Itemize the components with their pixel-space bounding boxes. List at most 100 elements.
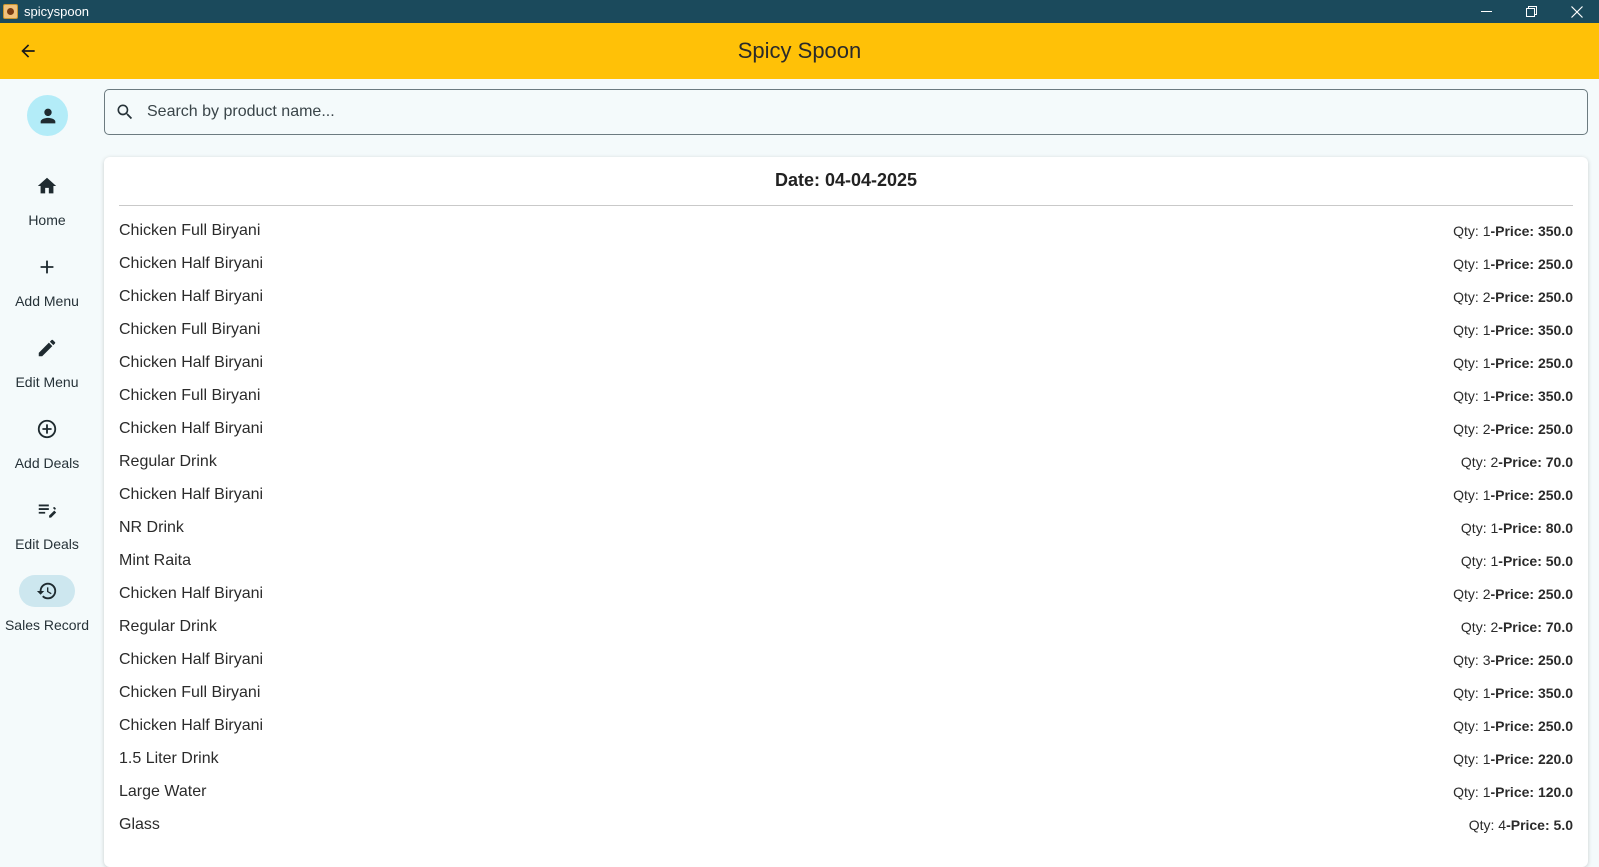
product-name: Large Water: [119, 782, 207, 800]
plus-icon: [19, 251, 75, 283]
price-value: 350.0: [1537, 387, 1573, 404]
price-value: 250.0: [1537, 486, 1573, 503]
qty-prefix: Qty:: [1453, 486, 1483, 503]
nav-label: Add Menu: [15, 293, 79, 309]
list-item[interactable]: Glass Qty: 4-Price: 5.0: [119, 808, 1573, 841]
price-prefix: -Price:: [1490, 585, 1538, 602]
qty-prefix: Qty:: [1453, 585, 1483, 602]
list-item[interactable]: Chicken Half Biryani Qty: 1-Price: 250.0: [119, 478, 1573, 511]
list-item[interactable]: Chicken Full Biryani Qty: 1-Price: 350.0: [119, 676, 1573, 709]
nav-item-sales-record[interactable]: Sales Record: [0, 575, 94, 645]
product-name: Glass: [119, 815, 160, 833]
product-name: Chicken Half Biryani: [119, 353, 264, 371]
qty-prefix: Qty:: [1453, 255, 1483, 272]
list-item[interactable]: Large Water Qty: 1-Price: 120.0: [119, 775, 1573, 808]
product-name: Chicken Half Biryani: [119, 584, 264, 602]
list-item[interactable]: Chicken Half Biryani Qty: 1-Price: 250.0: [119, 709, 1573, 742]
list-item[interactable]: Chicken Full Biryani Qty: 1-Price: 350.0: [119, 214, 1573, 247]
product-name: Mint Raita: [119, 551, 192, 569]
list-item[interactable]: Regular Drink Qty: 2-Price: 70.0: [119, 610, 1573, 643]
close-icon[interactable]: [1554, 0, 1599, 23]
nav-label: Sales Record: [4, 617, 90, 633]
list-item[interactable]: NR Drink Qty: 1-Price: 80.0: [119, 511, 1573, 544]
window-controls: [1464, 0, 1599, 23]
product-name: Chicken Full Biryani: [119, 683, 261, 701]
list-item[interactable]: Chicken Half Biryani Qty: 3-Price: 250.0: [119, 643, 1573, 676]
list-item[interactable]: Chicken Half Biryani Qty: 1-Price: 250.0: [119, 346, 1573, 379]
price-prefix: -Price:: [1490, 486, 1538, 503]
qty-prefix: Qty:: [1453, 321, 1483, 338]
list-item[interactable]: Chicken Half Biryani Qty: 1-Price: 250.0: [119, 247, 1573, 280]
minimize-icon[interactable]: [1464, 0, 1509, 23]
price-prefix: -Price:: [1498, 519, 1546, 536]
sales-record-card: Date: 04-04-2025 Chicken Full Biryani Qty…: [104, 157, 1588, 867]
qty-prefix: Qty:: [1453, 420, 1483, 437]
nav-item-add-menu[interactable]: Add Menu: [0, 251, 94, 321]
qty-prefix: Qty:: [1453, 783, 1483, 800]
price-value: 220.0: [1537, 750, 1573, 767]
qty-price: Qty: 1-Price: 250.0: [1453, 718, 1573, 734]
sales-list: Chicken Full Biryani Qty: 1-Price: 350.0 C…: [119, 214, 1573, 841]
search-input[interactable]: [145, 102, 1549, 122]
price-prefix: -Price:: [1498, 453, 1546, 470]
product-name: Chicken Full Biryani: [119, 320, 261, 338]
app-bar: Spicy Spoon: [0, 23, 1599, 79]
price-value: 250.0: [1537, 288, 1573, 305]
list-item[interactable]: Regular Drink Qty: 2-Price: 70.0: [119, 445, 1573, 478]
qty-price: Qty: 2-Price: 250.0: [1453, 586, 1573, 602]
product-name: Regular Drink: [119, 452, 217, 470]
list-item[interactable]: Chicken Half Biryani Qty: 2-Price: 250.0: [119, 577, 1573, 610]
price-prefix: -Price:: [1490, 420, 1538, 437]
price-value: 50.0: [1545, 552, 1573, 569]
pencil-icon: [19, 332, 75, 364]
product-name: Chicken Half Biryani: [119, 419, 264, 437]
list-item[interactable]: 1.5 Liter Drink Qty: 1-Price: 220.0: [119, 742, 1573, 775]
qty-prefix: Qty:: [1460, 618, 1491, 635]
price-prefix: -Price:: [1490, 750, 1538, 767]
product-name: Chicken Half Biryani: [119, 650, 264, 668]
edit-note-icon: [19, 494, 75, 526]
app-icon: [3, 4, 18, 19]
product-name: Chicken Half Biryani: [119, 716, 264, 734]
price-value: 80.0: [1545, 519, 1573, 536]
qty-prefix: Qty:: [1453, 288, 1483, 305]
qty-price: Qty: 3-Price: 250.0: [1453, 652, 1573, 668]
price-value: 250.0: [1537, 651, 1573, 668]
product-name: Chicken Full Biryani: [119, 221, 261, 239]
price-prefix: -Price:: [1490, 717, 1538, 734]
add-circle-icon: [19, 413, 75, 445]
sales-date: Date: 04-04-2025: [774, 170, 918, 190]
list-item[interactable]: Mint Raita Qty: 1-Price: 50.0: [119, 544, 1573, 577]
price-value: 250.0: [1537, 420, 1573, 437]
list-item[interactable]: Chicken Full Biryani Qty: 1-Price: 350.0: [119, 379, 1573, 412]
qty-price: Qty: 4-Price: 5.0: [1469, 817, 1573, 833]
restore-icon[interactable]: [1509, 0, 1554, 23]
qty-prefix: Qty:: [1460, 552, 1491, 569]
qty-price: Qty: 2-Price: 70.0: [1461, 454, 1573, 470]
list-item[interactable]: Chicken Full Biryani Qty: 1-Price: 350.0: [119, 313, 1573, 346]
price-value: 70.0: [1545, 618, 1573, 635]
product-name: 1.5 Liter Drink: [119, 749, 219, 767]
price-value: 250.0: [1537, 585, 1573, 602]
arrow-back-icon[interactable]: [16, 39, 40, 63]
qty-price: Qty: 2-Price: 70.0: [1461, 619, 1573, 635]
home-icon: [19, 170, 75, 202]
price-value: 120.0: [1537, 783, 1573, 800]
product-name: Chicken Half Biryani: [119, 485, 264, 503]
nav-item-add-deals[interactable]: Add Deals: [0, 413, 94, 483]
nav-item-home[interactable]: Home: [0, 170, 94, 240]
qty-prefix: Qty:: [1453, 717, 1483, 734]
price-prefix: -Price:: [1490, 684, 1538, 701]
price-prefix: -Price:: [1490, 783, 1538, 800]
price-value: 250.0: [1537, 354, 1573, 371]
avatar[interactable]: [27, 95, 68, 136]
nav-item-edit-deals[interactable]: Edit Deals: [0, 494, 94, 564]
nav-item-edit-menu[interactable]: Edit Menu: [0, 332, 94, 402]
nav-label: Edit Menu: [15, 374, 79, 390]
qty-price: Qty: 1-Price: 350.0: [1453, 388, 1573, 404]
list-item[interactable]: Chicken Half Biryani Qty: 2-Price: 250.0: [119, 412, 1573, 445]
product-name: Chicken Full Biryani: [119, 386, 261, 404]
qty-prefix: Qty:: [1460, 453, 1491, 470]
list-item[interactable]: Chicken Half Biryani Qty: 2-Price: 250.0: [119, 280, 1573, 313]
qty-price: Qty: 1-Price: 250.0: [1453, 256, 1573, 272]
